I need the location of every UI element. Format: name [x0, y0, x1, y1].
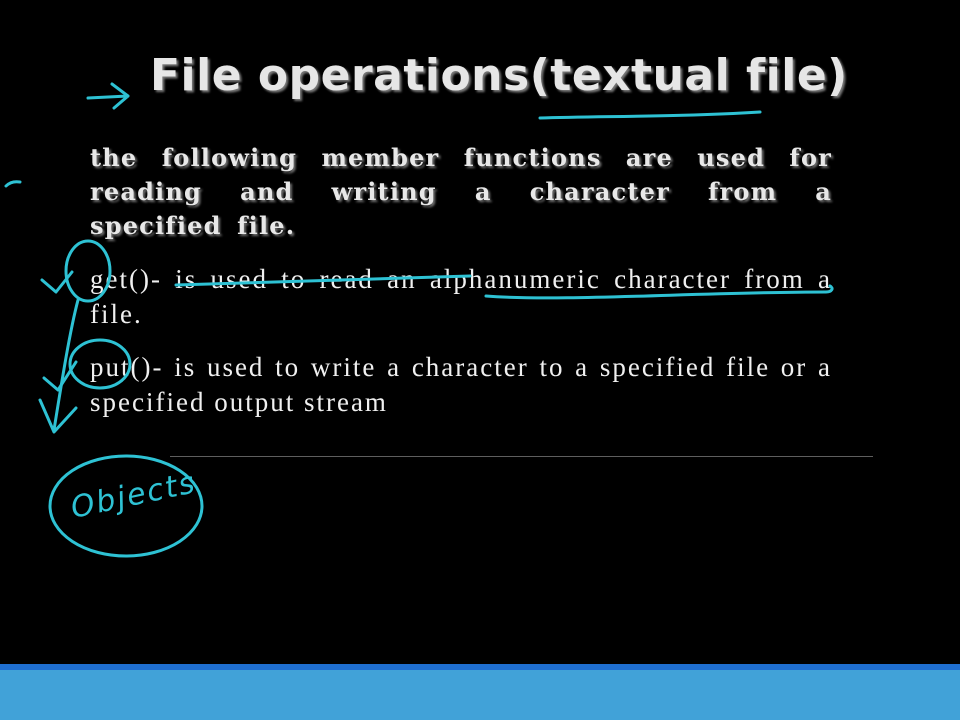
- title-underline-annotation: [538, 110, 762, 120]
- put-function-description: put()- is used to write a character to a…: [90, 352, 832, 417]
- get-function-description: get()- is used to read an alphanumeric c…: [90, 264, 832, 329]
- get-check-annotation: [40, 270, 74, 294]
- slide: File operations(textual file) the follow…: [0, 0, 960, 720]
- slide-title: File operations(textual file): [150, 50, 848, 101]
- intro-paragraph: the following member functions are used …: [90, 143, 832, 240]
- down-arrow-annotation: [38, 298, 80, 434]
- margin-tick-annotation: [4, 180, 22, 188]
- title-arrow-annotation: [86, 82, 130, 110]
- footer-bar: [0, 670, 960, 720]
- handwritten-objects-note: Objects: [67, 465, 200, 526]
- divider-line: [170, 456, 873, 457]
- put-check-annotation: [42, 360, 78, 392]
